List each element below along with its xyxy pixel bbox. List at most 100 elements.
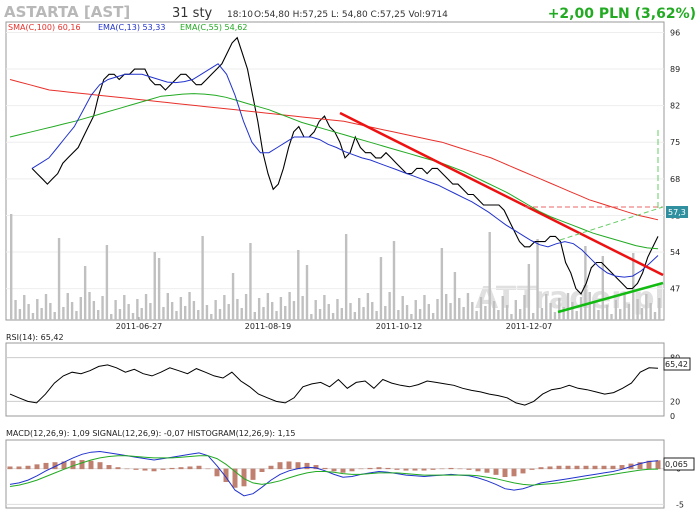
- macd-histogram-bar: [403, 468, 409, 471]
- date-tick-label: 2011-10-12: [376, 322, 423, 331]
- volume-bar: [279, 297, 283, 320]
- price-tick-label: 68: [670, 175, 680, 184]
- volume-bar: [445, 294, 448, 320]
- volume-bar: [210, 314, 213, 320]
- volume-bar: [97, 310, 100, 320]
- volume-bar: [514, 300, 517, 320]
- macd-histogram-bar: [475, 468, 481, 472]
- volume-bar: [627, 304, 631, 320]
- volume-bar: [218, 309, 222, 320]
- volume-bar: [527, 264, 531, 320]
- macd-histogram-bar: [655, 460, 661, 470]
- volume-bar: [170, 302, 174, 320]
- volume-bar: [318, 309, 322, 320]
- volume-bar: [331, 313, 335, 320]
- volume-bar: [44, 294, 48, 320]
- price-tick-label: 75: [670, 138, 680, 147]
- volume-bar: [266, 293, 270, 320]
- rsi-title: RSI(14): 65,42: [6, 333, 64, 342]
- macd-histogram-bar: [250, 468, 256, 480]
- volume-bar: [70, 302, 74, 320]
- volume-bar: [31, 313, 35, 320]
- volume-bar: [184, 306, 187, 320]
- volume-bar: [423, 295, 426, 320]
- volume-bar: [83, 266, 87, 320]
- macd-histogram-bar: [439, 468, 445, 470]
- volume-bar: [344, 234, 348, 320]
- volume-bar: [558, 298, 561, 320]
- volume-bar: [640, 308, 644, 320]
- macd-histogram-bar: [448, 467, 454, 470]
- macd-histogram-bar: [556, 465, 562, 470]
- volume-bar: [62, 307, 65, 320]
- volume-bar: [205, 305, 209, 320]
- legend-sma: SMA(C,100) 60,16: [8, 23, 81, 32]
- legend-ema55: EMA(C,55) 54,62: [180, 23, 247, 32]
- macd-histogram-bar: [124, 468, 130, 470]
- volume-bar: [157, 258, 161, 320]
- volume-bar: [362, 307, 365, 320]
- volume-bar: [375, 311, 378, 320]
- date-tick-label: 2011-06-27: [116, 322, 163, 331]
- macd-tick-label: -5: [676, 500, 684, 509]
- volume-bar: [597, 310, 600, 320]
- volume-bar: [518, 309, 522, 320]
- macd-histogram-bar: [574, 465, 580, 470]
- macd-histogram-bar: [133, 468, 139, 470]
- volume-bar: [575, 311, 578, 320]
- macd-histogram-bar: [160, 468, 166, 470]
- volume-bar: [244, 294, 248, 320]
- volume-bar: [105, 245, 109, 320]
- volume-bar: [505, 305, 509, 320]
- macd-histogram-bar: [565, 465, 571, 470]
- volume-bar: [305, 265, 309, 320]
- volume-bar: [179, 297, 183, 320]
- quote-ohlc: O:54,80 H:57,25 L: 54,80 C:57,25 Vol:971…: [254, 10, 448, 20]
- legend-ema13: EMA(C,13) 53,33: [98, 23, 165, 32]
- volume-bar: [645, 294, 648, 320]
- volume-bar: [88, 292, 91, 320]
- macd-histogram-bar: [277, 462, 283, 470]
- volume-bar: [601, 256, 604, 320]
- volume-bar: [188, 292, 191, 320]
- volume-bar: [249, 243, 252, 320]
- volume-bar: [605, 305, 609, 320]
- macd-histogram-bar: [376, 467, 382, 470]
- volume-bar: [136, 299, 139, 320]
- volume-bar: [275, 311, 278, 320]
- macd-histogram-bar: [151, 468, 157, 472]
- macd-histogram-bar: [601, 465, 607, 470]
- macd-histogram-bar: [412, 468, 418, 471]
- volume-bar: [366, 293, 370, 320]
- macd-histogram-bar: [583, 465, 589, 470]
- volume-bar: [371, 302, 374, 320]
- price-tick-label: 96: [670, 28, 680, 37]
- volume-bar: [658, 298, 661, 320]
- price-tick-label: 89: [670, 65, 680, 74]
- volume-bar: [271, 302, 274, 320]
- macd-histogram-bar: [511, 468, 517, 477]
- volume-bar: [297, 250, 300, 320]
- volume-bar: [475, 311, 478, 320]
- macd-histogram-bar: [142, 468, 148, 471]
- volume-bar: [336, 299, 339, 320]
- volume-bar: [36, 299, 39, 320]
- volume-bar: [292, 301, 296, 320]
- macd-histogram-bar: [430, 468, 436, 470]
- volume-bar: [49, 303, 52, 320]
- volume-bar: [431, 313, 435, 320]
- macd-histogram-bar: [421, 468, 427, 471]
- macd-histogram-bar: [349, 468, 355, 472]
- volume-bar: [201, 236, 204, 320]
- macd-histogram-bar: [529, 468, 535, 470]
- macd-histogram-bar: [385, 467, 391, 470]
- volume-bar: [405, 305, 409, 320]
- rsi-tick-label: 0: [670, 412, 675, 421]
- macd-histogram-bar: [610, 465, 616, 470]
- macd-histogram-bar: [358, 468, 364, 470]
- volume-bar: [579, 297, 583, 320]
- volume-bar: [540, 308, 544, 320]
- volume-bar: [588, 292, 591, 320]
- volume-bar: [358, 298, 361, 320]
- volume-bar: [123, 295, 126, 320]
